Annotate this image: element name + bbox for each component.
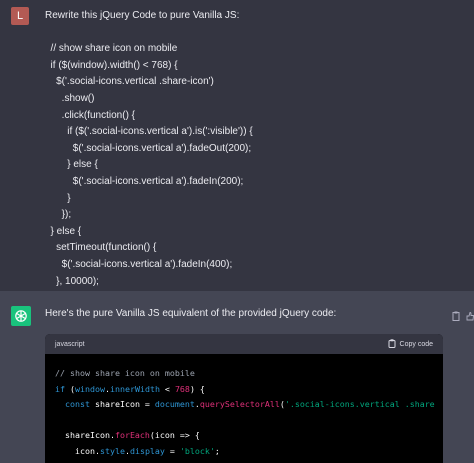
copy-code-button[interactable]: Copy code (388, 338, 433, 350)
user-message-line: } (45, 192, 71, 204)
code-token: shareIcon. (55, 430, 115, 441)
user-message-line: $('.social-icons.vertical a').fadeIn(200… (45, 175, 244, 187)
thumbs-up-icon[interactable] (466, 308, 474, 321)
user-message-line: setTimeout(function() { (45, 242, 157, 254)
code-block: javascript Copy code // show share icon … (45, 334, 443, 463)
user-message-line: $('.social-icons.vertical .share-icon') (45, 76, 214, 88)
code-token: ; (214, 445, 220, 456)
code-token: '.social-icons.vertical .share (284, 399, 435, 410)
user-message-line: } else { (45, 159, 98, 171)
code-token: < (159, 383, 175, 394)
user-message-line: Rewrite this jQuery Code to pure Vanilla… (45, 10, 240, 21)
user-message-line (45, 25, 465, 42)
code-token: style (99, 445, 125, 456)
user-message-line: $('.social-icons.vertical a').fadeIn(400… (45, 258, 233, 270)
user-message-line: }); (45, 209, 72, 221)
code-token: 768 (174, 383, 190, 394)
code-line: if (window.innerWidth < 768) { (55, 382, 433, 398)
code-line: icon.addEventListener('click', () => { (55, 460, 433, 463)
code-token: 'block' (179, 445, 215, 456)
code-line: icon.style.display = 'block'; (55, 444, 433, 460)
code-token: forEach (114, 430, 150, 441)
user-message-line: } else { (45, 225, 82, 237)
code-token: window (75, 383, 105, 394)
user-message-line: .click(function() { (45, 109, 136, 121)
assistant-intro-text: Here's the pure Vanilla JS equivalent of… (45, 308, 337, 319)
code-token: querySelectorAll (199, 399, 280, 410)
code-token: ( (65, 383, 75, 394)
user-message-line: if ($('.social-icons.vertical a').is(':v… (45, 126, 253, 138)
user-message-line: if ($(window).width() < 768) { (45, 59, 178, 71)
code-token: if (55, 383, 65, 394)
openai-logo-icon (11, 306, 31, 326)
code-token: // show share icon on mobile (55, 368, 195, 378)
code-token: ) { (189, 383, 205, 394)
code-token: = (164, 445, 180, 456)
code-token: shareIcon = (89, 399, 155, 410)
user-message-line: .show() (45, 92, 95, 104)
user-message-text: Rewrite this jQuery Code to pure Vanilla… (45, 8, 465, 307)
clipboard-icon[interactable] (452, 308, 460, 321)
code-token: display (129, 445, 165, 456)
code-token: icon. (55, 445, 100, 456)
user-message-line: // show share icon on mobile (45, 43, 178, 55)
code-token: innerWidth (109, 383, 160, 394)
user-message-line: $('.social-icons.vertical a').fadeOut(20… (45, 142, 252, 154)
copy-code-label: Copy code (399, 340, 433, 348)
code-line: const shareIcon = document.querySelector… (55, 397, 435, 413)
user-avatar: L (11, 7, 29, 25)
code-block-header: javascript Copy code (45, 334, 443, 354)
code-content: // show share icon on mobile if (window.i… (45, 354, 443, 463)
code-token: document (154, 399, 195, 410)
message-actions (452, 308, 474, 321)
code-line: shareIcon.forEach(icon => { (55, 428, 433, 444)
user-message: L Rewrite this jQuery Code to pure Vanil… (0, 0, 474, 303)
code-line: // show share icon on mobile (55, 366, 433, 382)
code-token: (icon => { (149, 430, 200, 441)
clipboard-icon (388, 338, 396, 350)
user-message-line: }, 10000); (45, 275, 99, 287)
code-language-label: javascript (55, 340, 85, 348)
code-token: const (65, 399, 90, 410)
